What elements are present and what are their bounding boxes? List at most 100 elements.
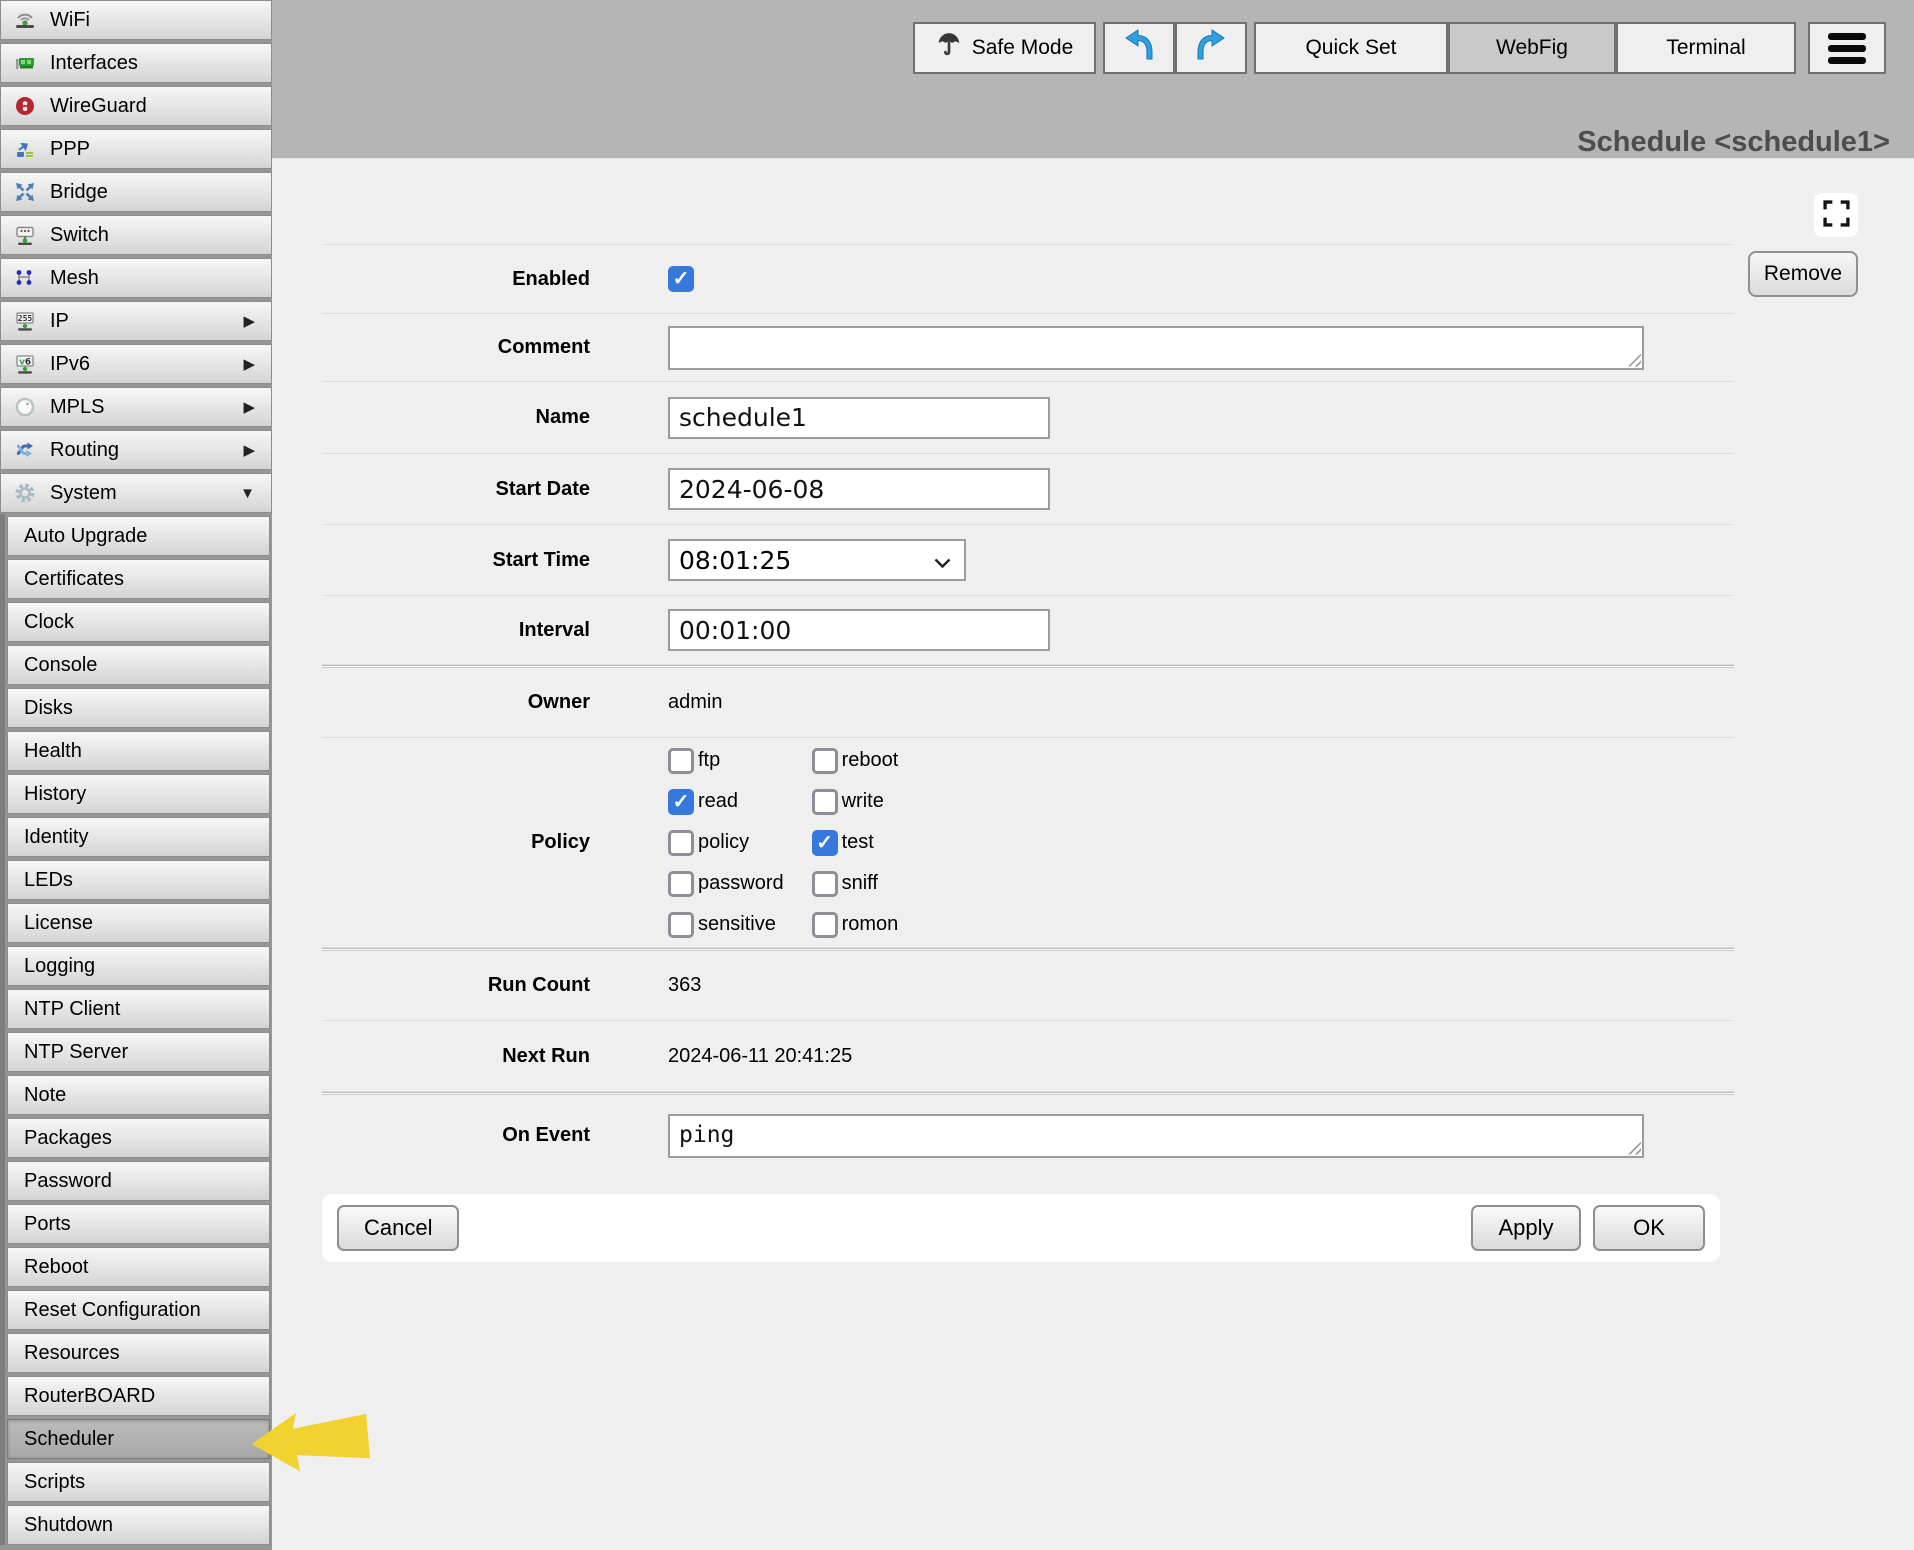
interval-row: Interval [322,596,1734,665]
sidebar-item-health[interactable]: Health [7,731,270,771]
sidebar-item-license[interactable]: License [7,903,270,943]
toolbar: Safe Mode Quick Set WebFig Terminal [913,22,1886,74]
sidebar-item-ntp-client[interactable]: NTP Client [7,989,270,1029]
sidebar-item-leds[interactable]: LEDs [7,860,270,900]
ppp-icon [13,137,37,161]
redo-icon [1196,28,1226,68]
owner-label: Owner [322,691,590,714]
mesh-icon [13,266,37,290]
policy-checkbox-policy[interactable] [668,830,694,856]
sidebar-item-logging[interactable]: Logging [7,946,270,986]
chevron-down-icon [934,546,951,575]
sidebar-item-system[interactable]: System [0,473,272,513]
name-input[interactable] [668,397,1050,439]
sidebar-item-clock[interactable]: Clock [7,602,270,642]
sidebar-item-scheduler[interactable]: Scheduler [7,1419,270,1459]
start-time-select[interactable]: 08:01:25 [668,539,966,581]
remove-button[interactable]: Remove [1748,251,1858,297]
quick-set-tab[interactable]: Quick Set [1254,22,1448,74]
sidebar-item-history[interactable]: History [7,774,270,814]
policy-checkbox-write[interactable] [812,789,838,815]
comment-textarea[interactable] [668,326,1644,370]
sidebar-item-mpls[interactable]: MPLS [0,387,272,427]
policy-label: Policy [322,831,590,854]
sidebar-item-identity[interactable]: Identity [7,817,270,857]
policy-checkbox-ftp[interactable] [668,748,694,774]
sidebar-item-routing[interactable]: Routing [0,430,272,470]
ip-icon: 255 [13,309,37,333]
sidebar-item-routerboard[interactable]: RouterBOARD [7,1376,270,1416]
sidebar-item-label: Scripts [24,1471,85,1494]
policy-checkbox-sniff[interactable] [812,871,838,897]
sidebar-item-ppp[interactable]: PPP [0,129,272,169]
sidebar-item-wifi[interactable]: WiFi [0,0,272,40]
policy-checkbox-romon[interactable] [812,912,838,938]
policy-checkbox-test[interactable] [812,830,838,856]
expand-right-icon [243,312,261,330]
sidebar-item-bridge[interactable]: Bridge [0,172,272,212]
owner-value: admin [668,691,722,714]
start-date-input[interactable] [668,468,1050,510]
on-event-textarea[interactable]: ping [668,1114,1644,1158]
interval-input[interactable] [668,609,1050,651]
policy-checkbox-sensitive[interactable] [668,912,694,938]
sidebar-item-certificates[interactable]: Certificates [7,559,270,599]
comment-label: Comment [322,336,590,359]
policy-option-sensitive: sensitive [668,912,784,938]
policy-checkbox-reboot[interactable] [812,748,838,774]
sidebar-item-ip[interactable]: 255 IP [0,301,272,341]
sidebar-item-wireguard[interactable]: WireGuard [0,86,272,126]
policy-checkbox-read[interactable] [668,789,694,815]
comment-row: Comment [322,314,1734,382]
sidebar-item-resources[interactable]: Resources [7,1333,270,1373]
hamburger-menu-button[interactable] [1808,22,1886,74]
sidebar-item-ipv6[interactable]: v6 IPv6 [0,344,272,384]
name-row: Name [322,382,1734,454]
sidebar-item-auto-upgrade[interactable]: Auto Upgrade [7,516,270,556]
sidebar-item-reset-configuration[interactable]: Reset Configuration [7,1290,270,1330]
sidebar-item-label: Auto Upgrade [24,525,147,548]
sidebar-item-label: LEDs [24,869,73,892]
start-date-row: Start Date [322,454,1734,525]
sidebar-item-label: Switch [50,224,109,247]
enabled-checkbox[interactable] [668,266,694,292]
redo-button[interactable] [1175,22,1247,74]
safe-mode-button[interactable]: Safe Mode [913,22,1096,74]
apply-button[interactable]: Apply [1471,1205,1581,1251]
main-content: Remove Enabled Comment Name Start Date [272,158,1914,1550]
sidebar-item-switch[interactable]: Switch [0,215,272,255]
sidebar-item-reboot[interactable]: Reboot [7,1247,270,1287]
wireguard-icon [13,94,37,118]
sidebar-item-shutdown[interactable]: Shutdown [7,1505,270,1545]
enabled-row: Enabled [322,245,1734,314]
sidebar-item-ports[interactable]: Ports [7,1204,270,1244]
sidebar-item-console[interactable]: Console [7,645,270,685]
sidebar-item-label: Scheduler [24,1428,114,1451]
sidebar-item-interfaces[interactable]: Interfaces [0,43,272,83]
webfig-tab[interactable]: WebFig [1448,22,1616,74]
sidebar-item-label: Routing [50,439,119,462]
expand-right-icon [243,441,261,459]
sidebar-item-label: Certificates [24,568,124,591]
bridge-icon [13,180,37,204]
undo-button[interactable] [1103,22,1175,74]
sidebar-item-password[interactable]: Password [7,1161,270,1201]
ok-button[interactable]: OK [1593,1205,1705,1251]
run-count-label: Run Count [322,974,590,997]
sidebar-item-label: Clock [24,611,74,634]
sidebar-item-note[interactable]: Note [7,1075,270,1115]
sidebar-item-ntp-server[interactable]: NTP Server [7,1032,270,1072]
sidebar-item-packages[interactable]: Packages [7,1118,270,1158]
svg-text:6: 6 [25,358,31,368]
on-event-row: On Event ping [322,1095,1734,1176]
sidebar-item-mesh[interactable]: Mesh [0,258,272,298]
sidebar-item-scripts[interactable]: Scripts [7,1462,270,1502]
sidebar-item-disks[interactable]: Disks [7,688,270,728]
policy-checkbox-password[interactable] [668,871,694,897]
sidebar-item-label: PPP [50,138,90,161]
terminal-tab[interactable]: Terminal [1616,22,1796,74]
policy-grid: ftp reboot read write policy [668,748,898,938]
cancel-button[interactable]: Cancel [337,1205,459,1251]
fullscreen-button[interactable] [1814,193,1858,237]
policy-option-test: test [812,830,899,856]
